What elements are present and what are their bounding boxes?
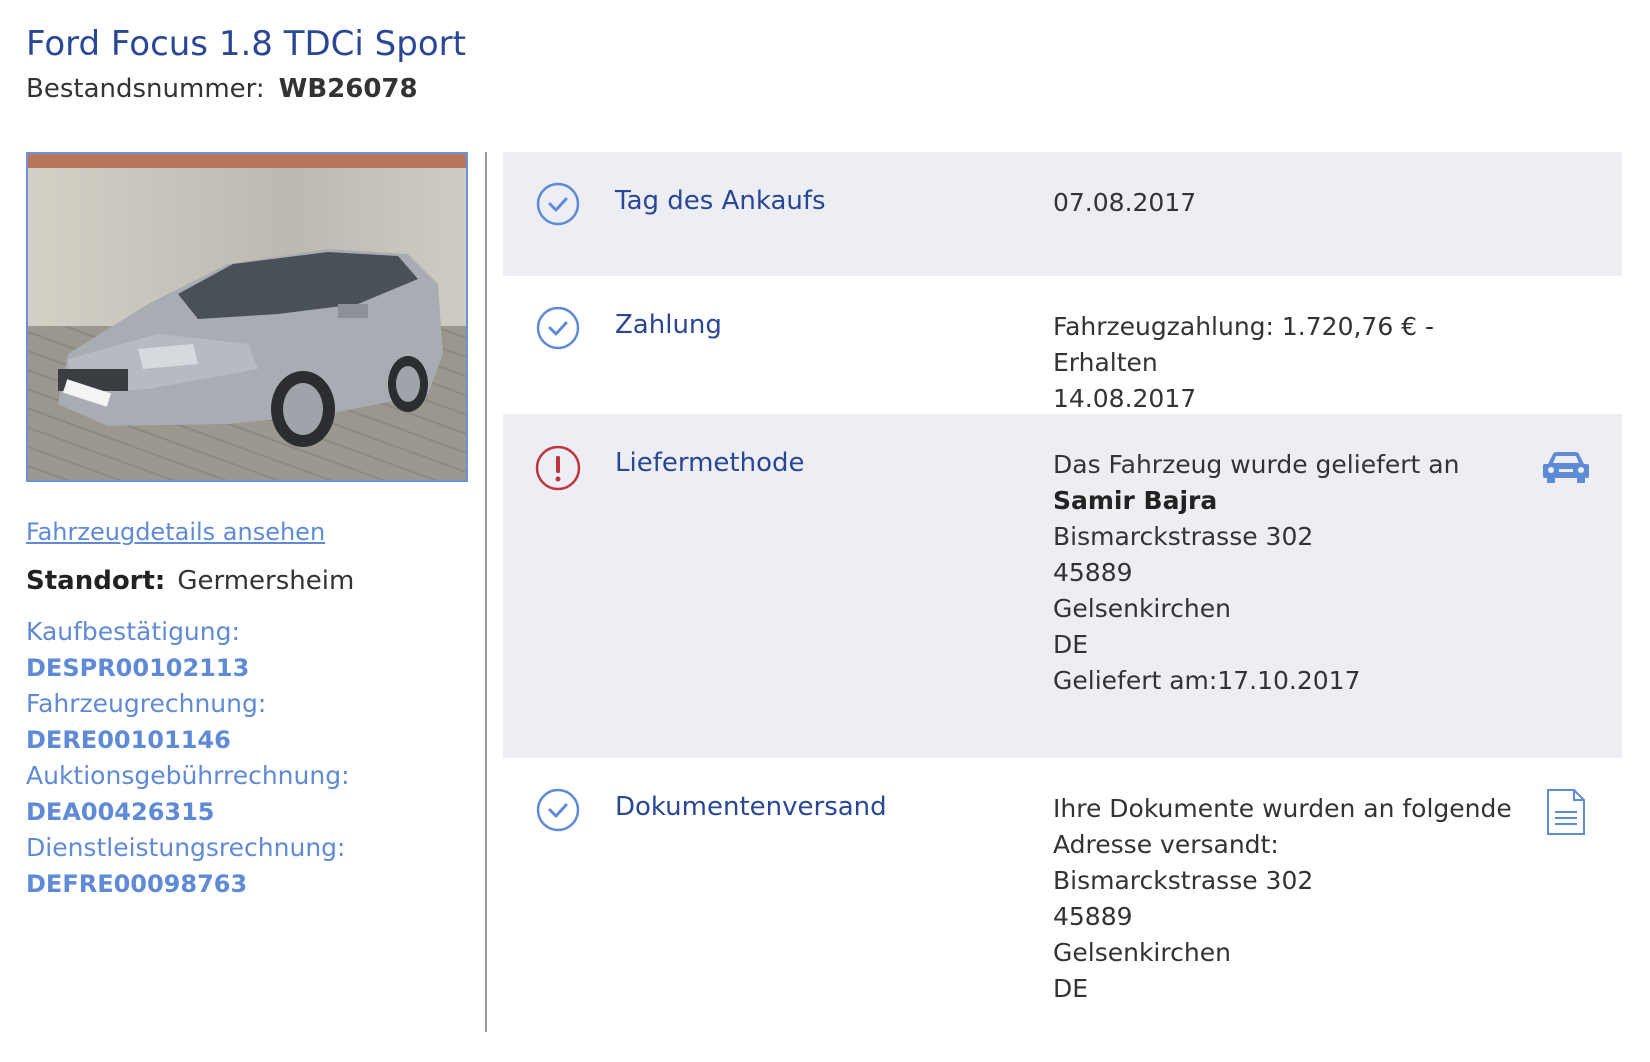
step-value: 07.08.2017 <box>1053 188 1197 217</box>
shipping-city: Gelsenkirchen <box>1053 938 1231 967</box>
step-delivery-method: Liefermethode Das Fahrzeug wurde geliefe… <box>503 414 1622 758</box>
check-circle-icon <box>536 306 580 350</box>
shipping-country: DE <box>1053 974 1089 1003</box>
stock-number: Bestandsnummer: WB26078 <box>26 74 418 104</box>
step-title: Zahlung <box>615 310 722 340</box>
recipient-name: Samir Bajra <box>1053 486 1218 515</box>
payment-date: 14.08.2017 <box>1053 384 1197 413</box>
step-value: Das Fahrzeug wurde geliefert an Samir Ba… <box>1053 447 1533 699</box>
delivery-street: Bismarckstrasse 302 <box>1053 522 1314 551</box>
auction-fee-invoice-link[interactable]: DEA00426315 <box>26 794 472 830</box>
location-label: Standort: <box>26 566 166 596</box>
step-value: Ihre Dokumente wurden an folgende Adress… <box>1053 791 1533 1007</box>
delivery-city: Gelsenkirchen <box>1053 594 1231 623</box>
location-value: Germersheim <box>177 566 355 596</box>
delivery-intro: Das Fahrzeug wurde geliefert an <box>1053 450 1460 479</box>
car-icon <box>1542 448 1590 488</box>
step-purchase-date: Tag des Ankaufs 07.08.2017 <box>503 152 1622 276</box>
warning-circle-icon <box>534 444 582 492</box>
step-title: Tag des Ankaufs <box>615 186 826 216</box>
step-title: Dokumentenversand <box>615 792 887 822</box>
stock-value: WB26078 <box>278 74 418 104</box>
payment-line: Fahrzeugzahlung: 1.720,76 € - Erhalten <box>1053 312 1435 377</box>
purchase-confirmation-label: Kaufbestätigung: <box>26 617 240 646</box>
vehicle-details-link[interactable]: Fahrzeugdetails ansehen <box>26 518 325 546</box>
vehicle-photo <box>26 152 468 482</box>
shipping-intro-2: Adresse versandt: <box>1053 830 1279 859</box>
purchase-confirmation-link[interactable]: DESPR00102113 <box>26 650 472 686</box>
location: Standort: Germersheim <box>26 566 472 596</box>
check-circle-icon <box>536 182 580 226</box>
vehicle-invoice-link[interactable]: DERE00101146 <box>26 722 472 758</box>
sidebar: Fahrzeugdetails ansehen Standort: Germers… <box>26 152 472 902</box>
delivery-country: DE <box>1053 630 1089 659</box>
stock-label: Bestandsnummer: <box>26 74 265 104</box>
step-value: Fahrzeugzahlung: 1.720,76 € - Erhalten 1… <box>1053 309 1533 417</box>
shipping-street: Bismarckstrasse 302 <box>1053 866 1314 895</box>
vertical-divider <box>485 152 487 1032</box>
step-document-shipping: Dokumentenversand Ihre Dokumente wurden … <box>503 758 1622 1034</box>
vehicle-invoice-label: Fahrzeugrechnung: <box>26 689 267 718</box>
vehicle-title: Ford Focus 1.8 TDCi Sport <box>26 24 466 64</box>
step-title: Liefermethode <box>615 448 805 478</box>
delivery-zip: 45889 <box>1053 558 1133 587</box>
document-icon[interactable] <box>1546 788 1586 840</box>
service-invoice-link[interactable]: DEFRE00098763 <box>26 866 472 902</box>
service-invoice-label: Dienstleistungsrechnung: <box>26 833 346 862</box>
shipping-intro-1: Ihre Dokumente wurden an folgende <box>1053 794 1512 823</box>
step-payment: Zahlung Fahrzeugzahlung: 1.720,76 € - Er… <box>503 276 1622 414</box>
delivery-date: Geliefert am:17.10.2017 <box>1053 666 1361 695</box>
check-circle-icon <box>536 788 580 832</box>
shipping-zip: 45889 <box>1053 902 1133 931</box>
auction-fee-invoice-label: Auktionsgebührrechnung: <box>26 761 350 790</box>
